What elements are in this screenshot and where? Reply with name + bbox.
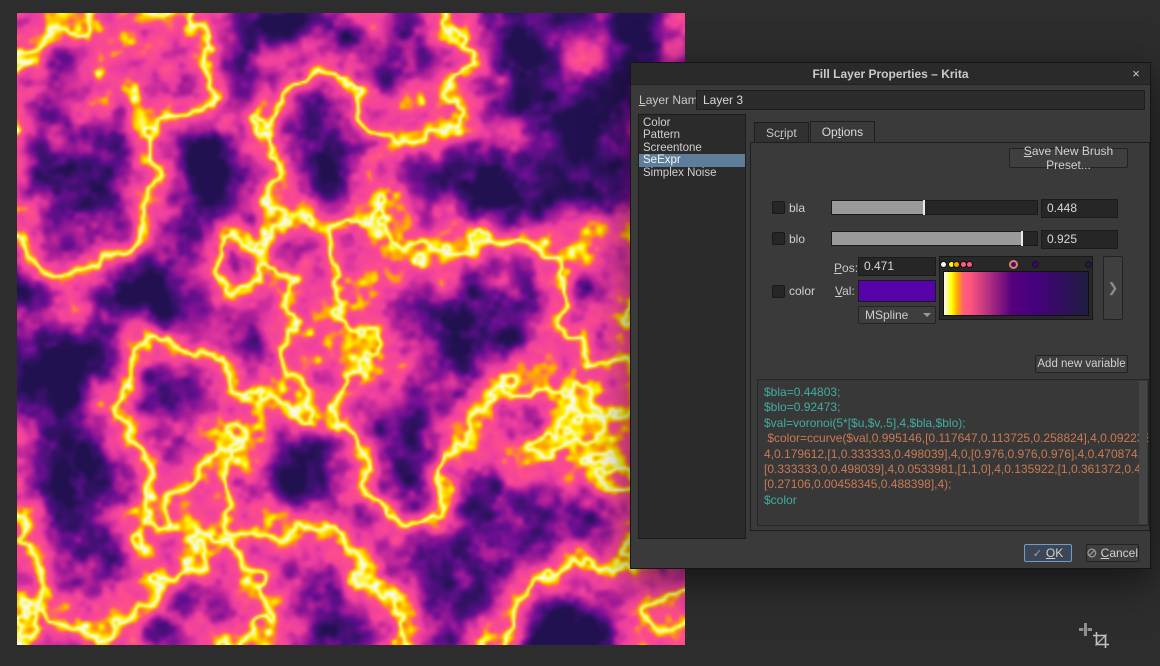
generator-item-simplex-noise[interactable]: Simplex Noise xyxy=(639,167,745,179)
value-color-swatch[interactable] xyxy=(858,280,936,302)
gradient-stop[interactable] xyxy=(1032,261,1039,268)
script-code: $bla=0.44803;$blo=0.92473;$val=voronoi(5… xyxy=(764,385,1132,508)
variable-label-blo: blo xyxy=(789,232,805,246)
chevron-right-icon: ❯ xyxy=(1108,280,1119,296)
dialog-titlebar[interactable]: Fill Layer Properties – Krita × xyxy=(631,63,1150,85)
pos-input[interactable]: 0.471 xyxy=(858,257,936,276)
save-new-brush-preset-button[interactable]: Save New Brush Preset... xyxy=(1009,148,1128,168)
ok-label: OK xyxy=(1046,546,1063,560)
canvas-fill-layer-preview[interactable] xyxy=(17,13,685,645)
variable-value-input[interactable]: 0.448 xyxy=(1041,199,1118,218)
slider-handle[interactable] xyxy=(1021,231,1023,246)
move-cursor-icon xyxy=(1079,623,1092,636)
slider-handle[interactable] xyxy=(923,200,925,215)
variable-slider[interactable] xyxy=(831,231,1038,246)
variable-value-input[interactable]: 0.925 xyxy=(1041,230,1118,249)
variable-label-bla: bla xyxy=(789,201,805,215)
add-new-variable-button[interactable]: Add new variable xyxy=(1035,355,1128,373)
gradient-strip[interactable] xyxy=(943,271,1089,316)
variable-slider[interactable] xyxy=(831,200,1038,215)
fill-layer-properties-dialog: Fill Layer Properties – Krita × Layer Na… xyxy=(630,62,1151,569)
interpolation-dropdown[interactable]: MSpline xyxy=(858,306,936,324)
add-new-variable-label: Add new variable xyxy=(1037,358,1125,370)
script-preview[interactable]: $bla=0.44803;$blo=0.92473;$val=voronoi(5… xyxy=(757,379,1149,526)
gradient-stop[interactable] xyxy=(966,261,973,268)
generator-list[interactable]: ColorPatternScreentoneSeExprSimplex Nois… xyxy=(638,114,746,539)
variable-checkbox[interactable] xyxy=(772,201,785,214)
tab-options[interactable]: Options xyxy=(810,121,875,143)
pos-label: Pos: xyxy=(834,261,858,275)
color-variable-checkbox[interactable] xyxy=(772,285,785,298)
cancel-icon xyxy=(1087,548,1097,558)
generator-item-pattern[interactable]: Pattern xyxy=(639,129,745,141)
slider-fill xyxy=(832,232,1022,245)
variable-row: blo 0.925 xyxy=(772,230,1122,249)
krita-app: Fill Layer Properties – Krita × Layer Na… xyxy=(0,0,1160,666)
variable-row: bla 0.448 xyxy=(772,199,1122,218)
slider-fill xyxy=(832,201,924,214)
variable-checkbox[interactable] xyxy=(772,232,785,245)
ok-button[interactable]: ✓ OK xyxy=(1024,544,1072,562)
check-icon: ✓ xyxy=(1033,547,1042,560)
tab-bar: ScriptOptions xyxy=(754,121,876,143)
color-variable-label: color xyxy=(789,284,815,298)
save-new-brush-preset-label: Save New Brush Preset... xyxy=(1010,144,1127,172)
generator-item-color[interactable]: Color xyxy=(639,117,745,129)
val-label: Val: xyxy=(835,284,855,298)
cancel-button[interactable]: Cancel xyxy=(1086,544,1139,562)
gradient-editor[interactable] xyxy=(939,256,1093,320)
layer-name-input[interactable]: Layer 3 xyxy=(696,90,1145,110)
tab-script[interactable]: Script xyxy=(754,122,809,143)
gradient-expand-button[interactable]: ❯ xyxy=(1103,256,1123,320)
dialog-title: Fill Layer Properties – Krita xyxy=(631,63,1150,85)
generator-item-seexpr[interactable]: SeExpr xyxy=(639,154,745,166)
script-scrollbar[interactable] xyxy=(1139,381,1147,524)
close-icon[interactable]: × xyxy=(1126,63,1146,85)
interpolation-value: MSpline xyxy=(865,308,908,322)
crop-tool-cursor-icon xyxy=(1092,631,1110,649)
gradient-stops-row xyxy=(943,259,1089,270)
gradient-stop[interactable] xyxy=(940,261,947,268)
gradient-stop[interactable] xyxy=(1009,260,1018,269)
variable-rows: bla 0.448 blo 0.925 xyxy=(772,199,1122,261)
gradient-stop[interactable] xyxy=(1085,261,1092,268)
generator-item-screentone[interactable]: Screentone xyxy=(639,142,745,154)
cancel-label: Cancel xyxy=(1101,546,1138,560)
chevron-down-icon xyxy=(923,313,931,317)
